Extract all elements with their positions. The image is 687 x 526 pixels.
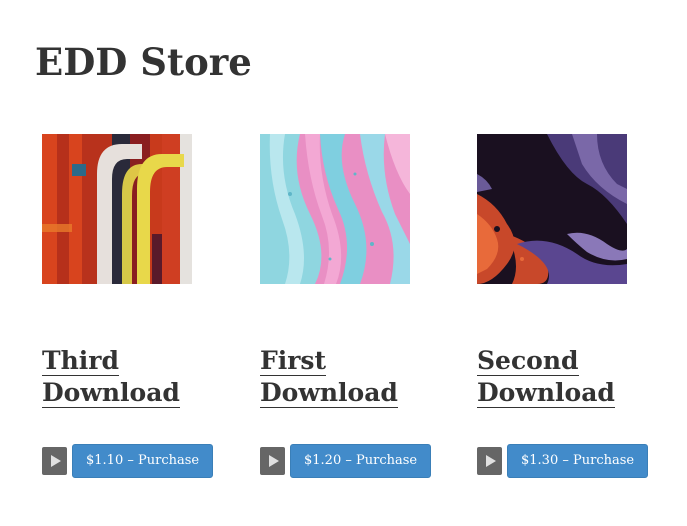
abstract-painting-image	[42, 134, 192, 284]
purchase-row: $1.20 – Purchase	[260, 444, 432, 478]
purchase-row: $1.30 – Purchase	[477, 444, 649, 478]
product-thumbnail[interactable]	[42, 134, 192, 284]
product-card: Second Download $1.30 – Purchase	[477, 134, 677, 478]
play-preview-button[interactable]	[42, 447, 67, 475]
fluid-art-image	[260, 134, 410, 284]
page-title: EDD Store	[35, 40, 252, 84]
product-card: First Download $1.20 – Purchase	[260, 134, 460, 478]
play-preview-button[interactable]	[477, 447, 502, 475]
purchase-button[interactable]: $1.10 – Purchase	[72, 444, 214, 478]
product-title-link[interactable]: Third Download	[42, 346, 180, 408]
play-preview-button[interactable]	[260, 447, 285, 475]
product-title-link[interactable]: Second Download	[477, 346, 615, 408]
purchase-button[interactable]: $1.30 – Purchase	[507, 444, 649, 478]
fluid-art-image	[477, 134, 627, 284]
product-card: Third Download $1.10 – Purchase	[42, 134, 242, 478]
purchase-row: $1.10 – Purchase	[42, 444, 214, 478]
play-icon	[485, 455, 496, 467]
play-icon	[50, 455, 61, 467]
product-thumbnail[interactable]	[260, 134, 410, 284]
purchase-button[interactable]: $1.20 – Purchase	[290, 444, 432, 478]
product-thumbnail[interactable]	[477, 134, 627, 284]
play-icon	[268, 455, 279, 467]
product-title-link[interactable]: First Download	[260, 346, 398, 408]
